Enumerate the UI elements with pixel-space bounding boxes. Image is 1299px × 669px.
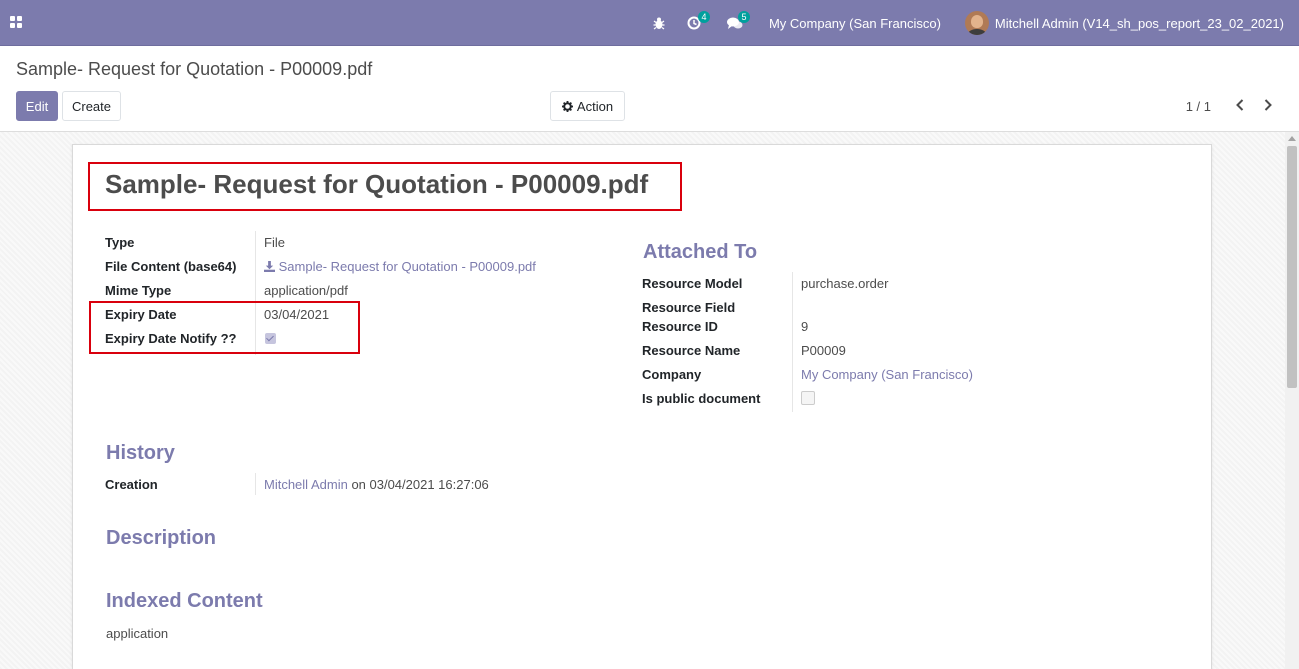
top-navbar: 4 5 My Company (San Francisco) Mitchell … (0, 0, 1299, 46)
title-highlight-box (88, 162, 682, 211)
creation-label: Creation (105, 477, 158, 492)
expiry-highlight-box (89, 301, 360, 354)
indexed-content-heading: Indexed Content (106, 590, 263, 612)
right-group-separator (792, 272, 793, 412)
type-label: Type (105, 235, 135, 250)
resource-model-value: purchase.order (801, 276, 889, 291)
form-view-area: Sample- Request for Quotation - P00009.p… (0, 132, 1299, 669)
resource-name-label: Resource Name (642, 343, 741, 358)
file-download-link[interactable]: Sample- Request for Quotation - P00009.p… (264, 259, 536, 274)
type-value: File (264, 235, 285, 250)
apps-menu-icon[interactable] (10, 16, 23, 29)
resource-id-value: 9 (801, 319, 809, 334)
message-count-badge: 5 (737, 11, 750, 23)
creator-link[interactable]: Mitchell Admin (264, 477, 348, 492)
activity-clock-icon[interactable]: 4 (687, 0, 710, 46)
resource-field-label: Resource Field (642, 300, 736, 315)
is-public-checkbox[interactable] (801, 391, 815, 405)
control-panel: Sample- Request for Quotation - P00009.p… (0, 46, 1299, 132)
messages-chat-icon[interactable]: 5 (726, 0, 750, 46)
user-name: Mitchell Admin (V14_sh_pos_report_23_02_… (994, 15, 1284, 31)
company-label: Company (642, 367, 702, 382)
file-name: Sample- Request for Quotation - P00009.p… (278, 259, 536, 274)
user-avatar (964, 11, 989, 35)
download-icon (264, 261, 275, 272)
file-content-label: File Content (base64) (105, 259, 237, 274)
breadcrumb: Sample- Request for Quotation - P00009.p… (16, 59, 373, 79)
vertical-scrollbar[interactable] (1285, 132, 1299, 669)
create-button[interactable]: Create (62, 91, 121, 121)
action-button[interactable]: Action (550, 91, 625, 121)
scroll-up-arrow-icon[interactable] (1288, 136, 1296, 141)
history-separator (255, 473, 256, 495)
company-link[interactable]: My Company (San Francisco) (801, 367, 973, 382)
pager-previous-icon[interactable] (1230, 94, 1250, 116)
resource-model-label: Resource Model (642, 276, 743, 291)
creation-datetime: on 03/04/2021 16:27:06 (351, 477, 489, 492)
user-menu[interactable]: Mitchell Admin (V14_sh_pos_report_23_02_… (964, 11, 1284, 35)
attached-to-heading: Attached To (643, 241, 758, 263)
creation-value: Mitchell Admin on 03/04/2021 16:27:06 (264, 477, 489, 492)
form-sheet: Sample- Request for Quotation - P00009.p… (72, 144, 1212, 669)
history-heading: History (106, 442, 175, 464)
is-public-label: Is public document (642, 391, 761, 406)
indexed-content-value: application (106, 626, 169, 641)
pager-next-icon[interactable] (1258, 94, 1278, 116)
activity-count-badge: 4 (697, 11, 710, 23)
navbar-systray: 4 5 My Company (San Francisco) Mitchell … (653, 0, 1299, 46)
debug-bug-icon[interactable] (653, 0, 665, 46)
pager-value[interactable]: 1 / 1 (1186, 99, 1211, 114)
mime-type-value: application/pdf (264, 283, 348, 298)
description-heading: Description (106, 527, 217, 549)
company-switcher[interactable]: My Company (San Francisco) (769, 16, 941, 31)
mime-type-label: Mime Type (105, 283, 172, 298)
gear-icon (561, 100, 573, 112)
scroll-thumb[interactable] (1287, 146, 1297, 388)
resource-id-label: Resource ID (642, 319, 718, 334)
action-label: Action (576, 98, 614, 114)
edit-button[interactable]: Edit (16, 91, 58, 121)
resource-name-value: P00009 (801, 343, 846, 358)
